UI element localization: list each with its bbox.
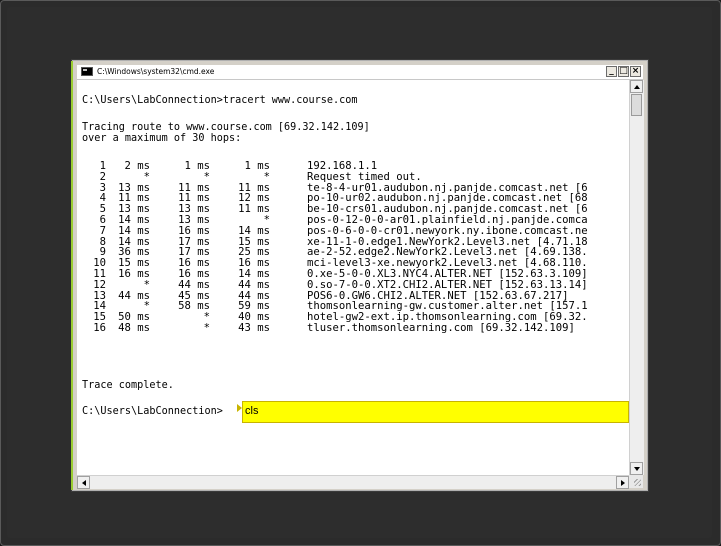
vertical-scroll-thumb[interactable] [631, 94, 642, 116]
command-line: C:\Users\LabConnection>tracert www.cours… [82, 94, 358, 106]
hop-number: 12 [93, 278, 106, 291]
command-input[interactable]: cls [245, 405, 258, 418]
hop-host: tluser.thomsonlearning.com [69.32.142.10… [307, 321, 575, 334]
hop-number: 2 [99, 170, 106, 183]
hop-time-1: * [143, 170, 150, 183]
arrow-up-icon [634, 85, 640, 89]
window-accent-edge [71, 61, 73, 490]
vertical-scrollbar[interactable] [629, 80, 644, 475]
hop-time-3: 14 ms [238, 224, 270, 237]
hop-time-2: * [203, 321, 210, 334]
hop-host: 0.so-7-0-0.XT2.CHI2.ALTER.NET [152.63.13… [307, 278, 588, 291]
hop-host: pos-0-6-0-0-cr01.newyork.ny.ibone.comcas… [307, 224, 588, 237]
scroll-up-button[interactable] [630, 80, 643, 93]
minimize-button[interactable]: _ [606, 66, 617, 77]
hop-host: Request timed out. [307, 170, 422, 183]
hop-time-3: 43 ms [238, 321, 270, 334]
maximize-button[interactable]: □ [618, 66, 629, 77]
tracing-line-2: over a maximum of 30 hops: [82, 132, 242, 144]
arrow-left-icon [82, 480, 86, 486]
pointer-arrow-icon [237, 404, 242, 412]
window-controls: _ □ × [606, 66, 641, 77]
hop-time-2: 44 ms [178, 278, 210, 291]
window-title: C:\Windows\system32\cmd.exe [97, 67, 215, 76]
cmd-icon [81, 67, 93, 76]
command-input-highlight[interactable] [242, 401, 629, 423]
hop-time-2: * [203, 170, 210, 183]
cmd-window: C:\Windows\system32\cmd.exe _ □ × C:\Use… [71, 60, 648, 491]
resize-grip[interactable] [629, 475, 643, 488]
scroll-left-button[interactable] [77, 476, 90, 489]
trace-complete-line: Trace complete. [82, 379, 174, 391]
arrow-down-icon [634, 467, 640, 471]
hop-time-3: * [263, 170, 270, 183]
console-output[interactable]: C:\Users\LabConnection>tracert www.cours… [77, 80, 629, 475]
scroll-right-button[interactable] [616, 476, 629, 489]
close-button[interactable]: × [630, 66, 641, 77]
horizontal-scrollbar[interactable] [77, 475, 629, 489]
scroll-down-button[interactable] [630, 462, 643, 475]
hop-time-3: 44 ms [238, 278, 270, 291]
arrow-right-icon [621, 480, 625, 486]
hop-time-1: 14 ms [118, 224, 150, 237]
hop-time-1: 48 ms [118, 321, 150, 334]
hop-time-2: 16 ms [178, 224, 210, 237]
hop-number: 16 [93, 321, 106, 334]
title-bar[interactable]: C:\Windows\system32\cmd.exe _ □ × [77, 65, 643, 80]
hop-number: 7 [99, 224, 106, 237]
prompt-line: C:\Users\LabConnection> [82, 405, 223, 417]
hop-time-1: * [143, 278, 150, 291]
